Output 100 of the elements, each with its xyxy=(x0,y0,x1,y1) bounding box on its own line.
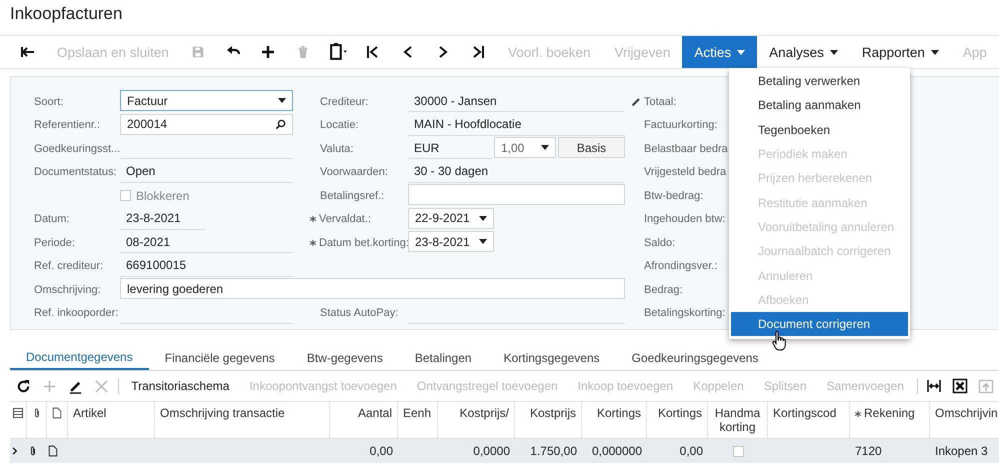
fit-columns-icon[interactable] xyxy=(926,378,942,394)
date-field[interactable]: 23-8-2021 xyxy=(408,231,494,252)
expand-icon xyxy=(10,446,20,456)
field-label: Betalingsref.: xyxy=(320,190,384,202)
column-header[interactable]: Kostprijs/ xyxy=(438,402,515,438)
column-header[interactable]: Omschrijvin xyxy=(930,402,999,438)
refresh-icon[interactable] xyxy=(16,378,31,394)
column-header[interactable]: Rekening xyxy=(850,402,930,438)
column-header[interactable]: Kortingscod xyxy=(768,402,850,438)
pencil-icon xyxy=(630,96,642,108)
select-field[interactable]: 1,00 xyxy=(494,137,556,158)
caret-icon xyxy=(479,216,487,220)
basis-button[interactable]: Basis xyxy=(558,137,625,158)
field-label: Afrondingsver.: xyxy=(644,260,718,272)
menu-button[interactable]: Rapporten xyxy=(850,36,951,68)
readonly-field: 30000 - Jansen xyxy=(408,90,625,112)
column-header[interactable]: Kortings xyxy=(647,402,708,438)
input-field[interactable] xyxy=(408,184,625,205)
field-label: Datum: xyxy=(34,213,70,226)
tab[interactable]: Kortingsgegevens xyxy=(488,346,616,370)
readonly-field: Open xyxy=(120,160,293,182)
grid-settings-icon xyxy=(12,407,24,419)
field-label: Belastbaar bedra xyxy=(644,142,728,155)
readonly-field: 08-2021 xyxy=(120,231,293,253)
menu-item[interactable]: Tegenboeken xyxy=(731,118,908,142)
menu-item[interactable]: Document corrigeren xyxy=(731,312,908,336)
caret-icon xyxy=(830,50,838,54)
date-field[interactable]: 22-9-2021 xyxy=(408,208,494,228)
table-cell-text: 7120 xyxy=(854,444,883,458)
column-header[interactable]: Omschrijving transactie xyxy=(155,402,330,438)
required-icon xyxy=(310,240,316,246)
column-header[interactable]: Artikel xyxy=(68,402,155,438)
required-icon xyxy=(855,411,861,417)
column-header[interactable]: Aantal xyxy=(330,402,398,438)
caret-icon xyxy=(278,98,286,103)
caret-icon xyxy=(541,145,549,150)
field-label: Soort: xyxy=(34,96,64,108)
document-icon xyxy=(51,407,63,419)
field-label: Valuta: xyxy=(320,142,354,155)
field-label: Vrijgesteld bedra xyxy=(644,166,726,178)
field-label: Ingehouden btw: xyxy=(644,213,726,226)
column-header[interactable]: Kortings xyxy=(582,402,647,438)
input-field[interactable]: levering goederen xyxy=(120,278,625,299)
field-label: Factuurkorting: xyxy=(644,119,718,132)
excel-icon[interactable] xyxy=(952,378,968,394)
menu-button[interactable]: Acties xyxy=(682,36,758,68)
field-label: Crediteur: xyxy=(320,96,368,108)
field-label: Vervaldat.: xyxy=(310,213,371,226)
tab[interactable]: Financiële gegevens xyxy=(148,346,291,370)
field-label: Status AutoPay: xyxy=(320,307,398,320)
column-header[interactable]: Eenh xyxy=(398,402,438,438)
back-icon[interactable] xyxy=(20,44,36,60)
clipboard-icon[interactable] xyxy=(327,41,350,63)
column-header[interactable]: Kostprijs xyxy=(515,402,582,438)
column-header[interactable]: Handma korting xyxy=(708,402,768,438)
search-field[interactable]: 200014 xyxy=(120,114,293,134)
field-label: Documentstatus: xyxy=(34,166,117,178)
caret-icon xyxy=(479,239,487,244)
table-cell-text: 0,00 xyxy=(368,444,394,458)
readonly-field: 30 - 30 dagen xyxy=(408,160,625,182)
readonly-field: MAIN - Hoofdlocatie xyxy=(408,114,625,136)
tab[interactable]: Btw-gegevens xyxy=(290,346,399,370)
menu-item[interactable]: Betaling aanmaken xyxy=(731,93,908,118)
checkbox[interactable] xyxy=(732,446,744,456)
required-icon xyxy=(310,216,316,222)
table-cell-text: 1.750,00 xyxy=(529,444,578,458)
tab[interactable]: Betalingen xyxy=(398,346,488,370)
tab[interactable]: Goedkeuringsgegevens xyxy=(616,346,774,370)
table-row[interactable]: 0,00 0,0000 1.750,00 0,000000 0,00 7120 Inkopen 3 xyxy=(10,439,999,463)
menu-item[interactable]: Betaling verwerken xyxy=(731,69,908,94)
caret-icon xyxy=(930,50,939,54)
field-label: Bedrag: xyxy=(644,284,683,296)
menu-button[interactable]: Analyses xyxy=(757,36,850,68)
field-label: Totaal: xyxy=(644,96,676,108)
field-label: Omschrijving: xyxy=(34,284,101,296)
field-label: Goedkeuringsst... xyxy=(34,142,120,155)
field-label: Betalingskorting: xyxy=(644,307,726,320)
field-label: Ref. inkooporder: xyxy=(34,307,118,320)
field-label: Btw-bedrag: xyxy=(644,190,704,202)
readonly-field: EUR xyxy=(408,137,492,159)
search-icon xyxy=(275,118,286,130)
toolbar-button[interactable]: Transitoriaschema xyxy=(121,379,240,393)
field-label: Voorwaarden: xyxy=(320,166,388,178)
field-label: Ref. crediteur: xyxy=(34,260,104,272)
table-cell-text: 0,0000 xyxy=(472,444,511,458)
readonly-field: 23-8-2021 xyxy=(120,208,206,230)
page-title: Inkoopfacturen xyxy=(9,3,124,25)
field-label: Saldo: xyxy=(644,236,676,249)
caret-icon xyxy=(737,50,746,54)
field-label: Locatie: xyxy=(320,119,359,132)
table-cell-text: 0,000000 xyxy=(590,444,643,458)
table-cell-text: 0,00 xyxy=(678,444,704,458)
field-label: Referentienr.: xyxy=(34,119,100,132)
readonly-field: 669100015 xyxy=(120,254,293,276)
add-icon[interactable] xyxy=(260,44,276,60)
document-icon xyxy=(47,445,59,457)
field-label: Periode: xyxy=(34,236,75,249)
select-field[interactable]: Factuur xyxy=(120,90,293,111)
tab[interactable]: Documentgegevens xyxy=(10,346,149,370)
field-label: Datum bet.korting: xyxy=(310,236,409,249)
